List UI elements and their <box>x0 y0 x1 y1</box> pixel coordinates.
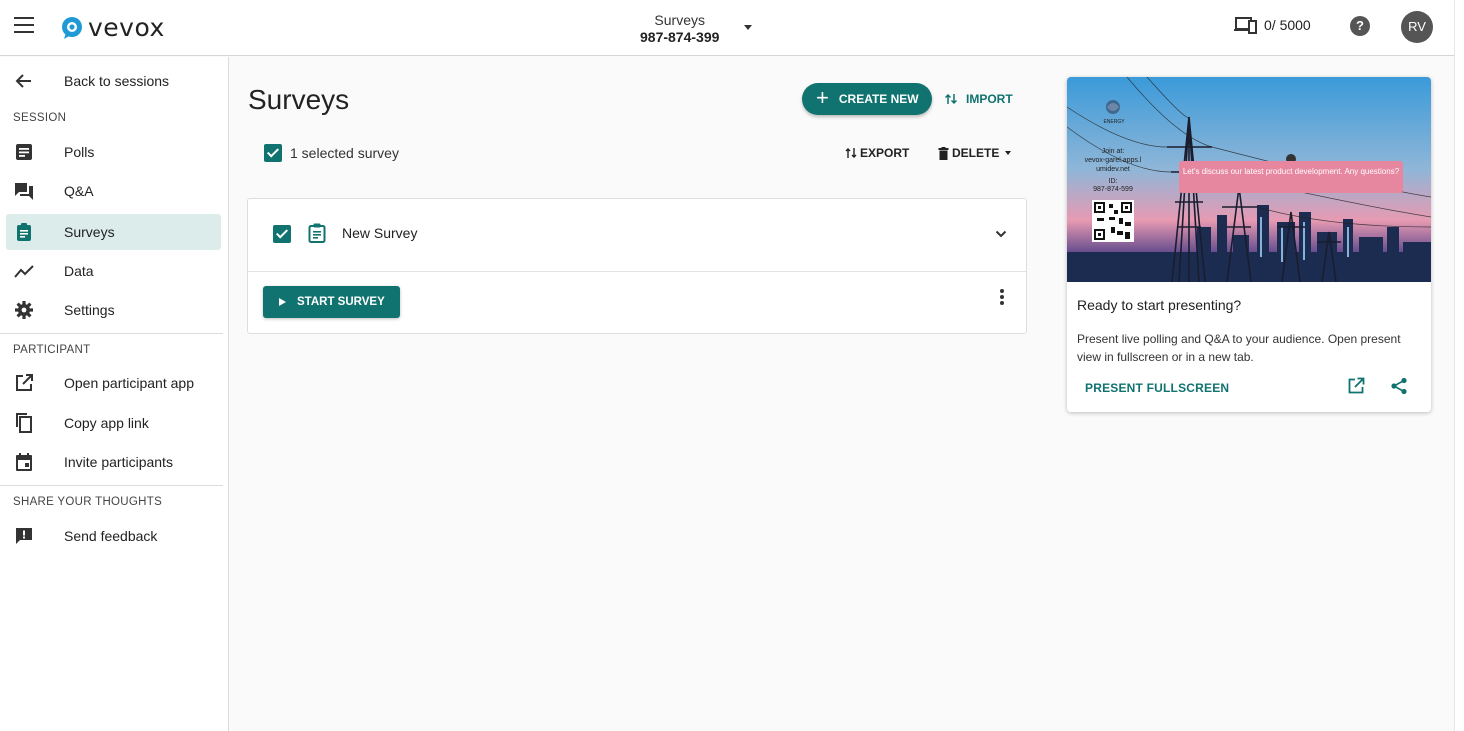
present-card-description: Present live polling and Q&A to your aud… <box>1077 332 1401 364</box>
sidebar-item-label: Q&A <box>64 183 94 199</box>
copy-icon <box>16 413 32 433</box>
devices-icon <box>1234 17 1257 34</box>
play-icon <box>279 298 286 306</box>
surveys-icon <box>17 223 31 241</box>
section-label-session: SESSION <box>13 112 67 124</box>
help-icon[interactable]: ? <box>1350 16 1370 36</box>
plus-icon: + <box>816 85 829 110</box>
presentation-preview[interactable]: ENERGY Join at: vevox-garel.apps.l umide… <box>1067 77 1431 282</box>
open-new-tab-icon[interactable] <box>1347 377 1365 395</box>
vevox-logo[interactable]: vevox <box>60 13 165 42</box>
import-icon <box>944 93 958 105</box>
export-label: EXPORT <box>860 146 910 160</box>
sidebar-item-label: Data <box>64 263 94 279</box>
caret-down-icon <box>1005 151 1012 155</box>
caret-down-icon[interactable] <box>744 25 752 30</box>
sidebar: Back to sessions SESSION Polls Q&A Surve… <box>0 57 229 731</box>
session-switcher[interactable]: Surveys 987-874-399 <box>640 12 719 45</box>
more-options-icon[interactable] <box>998 289 1006 307</box>
preview-brand: ENERGY <box>1103 119 1125 125</box>
sidebar-item-qa[interactable]: Q&A <box>6 173 221 209</box>
sidebar-item-label: Invite participants <box>64 454 173 470</box>
present-card-title: Ready to start presenting? <box>1077 297 1242 313</box>
back-label: Back to sessions <box>64 73 170 89</box>
scrollbar[interactable] <box>1454 0 1464 731</box>
avatar[interactable]: RV <box>1401 11 1433 43</box>
divider <box>0 485 223 486</box>
select-all-checkbox[interactable] <box>264 144 282 162</box>
preview-join-url: vevox-garel.apps.l umidev.net <box>1084 157 1142 173</box>
sidebar-item-settings[interactable]: Settings <box>6 292 221 328</box>
participant-count-text: 0/ 5000 <box>1264 17 1311 33</box>
preview-question-bubble: Let's discuss our latest product develop… <box>1179 161 1403 193</box>
survey-icon <box>308 223 326 243</box>
sidebar-item-invite-participants[interactable]: Invite participants <box>6 444 221 480</box>
top-bar: vevox Surveys 987-874-399 0/ 5000 ? RV <box>0 0 1454 56</box>
sidebar-item-polls[interactable]: Polls <box>6 134 221 170</box>
import-label: IMPORT <box>966 92 1013 106</box>
section-label-share: SHARE YOUR THOUGHTS <box>13 496 163 508</box>
present-card: ENERGY Join at: vevox-garel.apps.l umide… <box>1067 77 1431 412</box>
import-button[interactable]: IMPORT <box>944 90 1013 108</box>
delete-label: DELETE <box>952 146 1000 160</box>
present-fullscreen-button[interactable]: PRESENT FULLSCREEN <box>1085 381 1229 395</box>
selection-summary: 1 selected survey <box>264 144 399 162</box>
trash-icon <box>938 146 949 160</box>
feedback-icon <box>16 528 32 544</box>
sidebar-item-copy-app-link[interactable]: Copy app link <box>6 405 221 441</box>
logo-text: vevox <box>88 13 165 42</box>
page-title: Surveys <box>248 84 350 115</box>
menu-icon[interactable] <box>14 17 34 35</box>
participant-count: 0/ 5000 <box>1234 16 1311 34</box>
back-to-sessions-link[interactable]: Back to sessions <box>0 63 229 99</box>
chevron-down-icon[interactable] <box>994 229 1008 239</box>
sidebar-item-surveys[interactable]: Surveys <box>6 214 221 250</box>
preview-join-at: Join at: <box>1101 148 1125 155</box>
sidebar-item-label: Surveys <box>64 224 115 240</box>
open-external-icon <box>16 374 33 391</box>
sidebar-item-data[interactable]: Data <box>6 253 221 289</box>
sidebar-item-label: Open participant app <box>64 375 194 391</box>
survey-name: New Survey <box>342 225 418 241</box>
arrow-left-icon <box>15 74 31 88</box>
survey-checkbox[interactable] <box>273 225 291 243</box>
start-survey-label: START SURVEY <box>297 296 385 308</box>
export-icon <box>845 148 857 158</box>
gear-icon <box>15 301 33 319</box>
session-title: Surveys <box>654 12 705 28</box>
data-icon <box>14 265 34 278</box>
sidebar-item-open-participant-app[interactable]: Open participant app <box>6 365 221 401</box>
sidebar-item-label: Copy app link <box>64 415 149 431</box>
polls-icon <box>16 144 32 160</box>
sidebar-item-send-feedback[interactable]: Send feedback <box>6 518 221 554</box>
survey-card: New Survey START SURVEY <box>247 198 1027 334</box>
sidebar-item-label: Settings <box>64 302 115 318</box>
export-button[interactable]: EXPORT <box>845 146 909 160</box>
create-new-label: CREATE NEW <box>838 92 919 106</box>
survey-row[interactable]: New Survey <box>248 199 1026 272</box>
sidebar-item-label: Polls <box>64 144 95 160</box>
preview-id-value: 987-874-599 <box>1093 186 1133 193</box>
session-id: 987-874-399 <box>640 29 720 45</box>
sidebar-item-label: Send feedback <box>64 528 158 544</box>
delete-button[interactable]: DELETE <box>938 146 1012 160</box>
create-new-button[interactable]: + CREATE NEW <box>802 83 932 115</box>
section-label-participant: PARTICIPANT <box>13 344 91 356</box>
divider <box>0 333 223 334</box>
logo-mark-icon <box>62 16 82 39</box>
start-survey-button[interactable]: START SURVEY <box>263 286 400 318</box>
selected-count-text: 1 selected survey <box>290 145 399 161</box>
qa-icon <box>15 183 33 200</box>
calendar-icon <box>16 453 32 471</box>
share-icon[interactable] <box>1390 377 1408 395</box>
